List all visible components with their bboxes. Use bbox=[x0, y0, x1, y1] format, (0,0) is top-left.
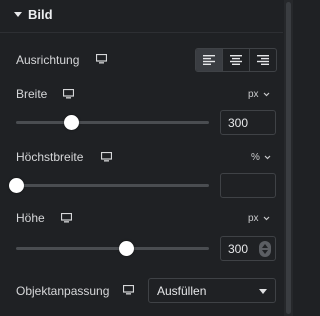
object-fit-select[interactable]: Ausfüllen bbox=[148, 278, 276, 303]
max-width-unit-select[interactable]: % bbox=[251, 152, 271, 163]
caret-down-icon bbox=[259, 289, 267, 294]
width-input[interactable]: 300 bbox=[220, 110, 276, 135]
height-input-value: 300 bbox=[228, 241, 249, 256]
max-width-slider-thumb[interactable] bbox=[8, 178, 24, 193]
decrement-icon[interactable] bbox=[262, 250, 268, 254]
section-title: Bild bbox=[28, 6, 53, 22]
chevron-down-icon bbox=[264, 155, 271, 160]
image-style-panel: Bild Ausrichtung Breite px 300 Höchstbre… bbox=[0, 0, 283, 316]
section-header-image[interactable]: Bild bbox=[14, 5, 53, 23]
increment-icon[interactable] bbox=[262, 244, 268, 248]
chevron-down-icon bbox=[263, 216, 269, 221]
width-slider-track[interactable] bbox=[16, 121, 209, 124]
desktop-icon[interactable] bbox=[101, 152, 112, 162]
height-slider-thumb[interactable] bbox=[118, 241, 134, 256]
height-label: Höhe bbox=[16, 211, 45, 225]
height-unit-value: px bbox=[248, 213, 259, 224]
desktop-icon[interactable] bbox=[123, 285, 134, 295]
width-slider-thumb[interactable] bbox=[64, 115, 80, 130]
chevron-down-icon bbox=[263, 92, 269, 97]
max-width-unit-value: % bbox=[251, 152, 260, 163]
alignment-control bbox=[195, 48, 277, 72]
object-fit-value: Ausfüllen bbox=[157, 283, 207, 298]
align-center-button[interactable] bbox=[223, 49, 250, 71]
max-width-input[interactable] bbox=[220, 173, 276, 198]
align-center-icon bbox=[230, 55, 242, 65]
width-label: Breite bbox=[16, 87, 48, 101]
desktop-icon[interactable] bbox=[96, 54, 107, 64]
section-divider bbox=[0, 32, 283, 33]
max-width-slider-track[interactable] bbox=[16, 184, 209, 187]
height-input[interactable]: 300 bbox=[220, 236, 276, 261]
width-unit-value: px bbox=[248, 89, 259, 100]
desktop-icon[interactable] bbox=[63, 89, 74, 99]
desktop-icon[interactable] bbox=[61, 213, 72, 223]
height-slider-track[interactable] bbox=[16, 247, 209, 250]
align-left-icon bbox=[203, 55, 215, 65]
max-width-label: Höchstbreite bbox=[16, 150, 84, 164]
caret-down-icon bbox=[14, 12, 22, 17]
height-unit-select[interactable]: px bbox=[248, 213, 270, 224]
stepper-icon[interactable] bbox=[259, 241, 271, 257]
object-fit-label: Objektanpassung bbox=[16, 284, 110, 298]
alignment-label: Ausrichtung bbox=[16, 53, 80, 67]
align-right-button[interactable] bbox=[250, 49, 276, 71]
width-unit-select[interactable]: px bbox=[248, 89, 270, 100]
align-right-icon bbox=[257, 55, 269, 65]
align-left-button[interactable] bbox=[196, 49, 223, 71]
width-input-value: 300 bbox=[228, 115, 249, 130]
scrollbar-thumb[interactable] bbox=[286, 2, 291, 314]
